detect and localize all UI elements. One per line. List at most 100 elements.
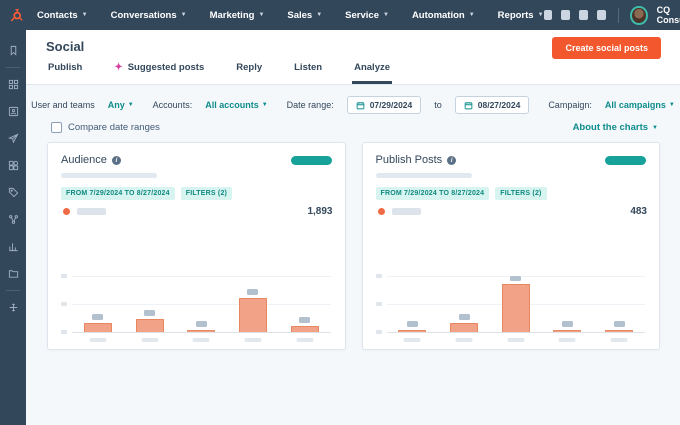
paper-plane-icon[interactable] — [0, 125, 26, 152]
data-label-placeholder — [614, 321, 625, 327]
data-label-placeholder — [510, 276, 521, 281]
bar-column — [438, 276, 490, 332]
tab-reply[interactable]: Reply — [234, 56, 264, 84]
accounts-label: Accounts: — [153, 100, 193, 110]
info-icon[interactable]: i — [112, 156, 121, 165]
avatar[interactable] — [630, 6, 647, 25]
bar-column — [387, 276, 439, 332]
data-label-placeholder — [562, 321, 573, 327]
bar-column — [72, 276, 124, 332]
compare-date-ranges-checkbox[interactable]: Compare date ranges — [51, 122, 160, 133]
campaign-dropdown[interactable]: All campaigns▼ — [605, 100, 675, 110]
tab-analyze[interactable]: Analyze — [352, 56, 392, 84]
chevron-down-icon: ▼ — [128, 102, 134, 108]
bar[interactable] — [239, 298, 267, 332]
bookmark-icon[interactable] — [0, 37, 26, 64]
user-teams-dropdown[interactable]: Any▼ — [108, 100, 134, 110]
nav-item-automation[interactable]: Automation▼ — [412, 10, 475, 21]
create-social-posts-button[interactable]: Create social posts — [552, 37, 661, 59]
chevron-down-icon: ▼ — [262, 102, 268, 108]
chevron-down-icon: ▼ — [82, 12, 88, 18]
bar[interactable] — [84, 323, 112, 332]
hubspot-logo-icon[interactable] — [9, 8, 23, 22]
nav-item-sales[interactable]: Sales▼ — [287, 10, 322, 21]
help-icon[interactable] — [561, 10, 570, 20]
bar[interactable] — [187, 330, 215, 332]
about-the-charts-link[interactable]: About the charts▼ — [573, 122, 658, 133]
date-end-input[interactable]: 08/27/2024 — [455, 96, 530, 114]
card-title: Publish Posts — [376, 154, 443, 166]
marketplace-icon[interactable] — [544, 10, 553, 20]
nav-item-marketing[interactable]: Marketing▼ — [210, 10, 265, 21]
subtitle-placeholder — [376, 173, 472, 178]
x-tick-placeholder — [193, 338, 210, 342]
x-tick-placeholder — [507, 338, 524, 342]
bars — [387, 276, 646, 332]
modules-icon[interactable] — [0, 152, 26, 179]
info-icon[interactable]: i — [447, 156, 456, 165]
tab-suggested-posts[interactable]: ✦Suggested posts — [112, 56, 206, 84]
tab-publish[interactable]: Publish — [46, 56, 84, 84]
divider — [6, 67, 20, 68]
bar-column — [490, 276, 542, 332]
y-tick-placeholder — [61, 302, 67, 306]
workflow-icon[interactable] — [0, 206, 26, 233]
notifications-icon[interactable] — [597, 10, 606, 20]
left-icon-rail — [0, 30, 26, 425]
filters-badge[interactable]: FILTERS (2) — [181, 187, 232, 200]
account-menu[interactable]: CQ Consulting▼ — [657, 5, 680, 25]
campaign-label: Campaign: — [548, 100, 592, 110]
bar[interactable] — [398, 330, 426, 332]
tab-listen[interactable]: Listen — [292, 56, 324, 84]
date-start-input[interactable]: 07/29/2024 — [347, 96, 422, 114]
card-title: Audience — [61, 154, 107, 166]
nav-item-contacts[interactable]: Contacts▼ — [37, 10, 88, 21]
bar[interactable] — [450, 323, 478, 332]
bar-column — [227, 276, 279, 332]
date-range-label: Date range: — [287, 100, 334, 110]
contacts-icon[interactable] — [0, 98, 26, 125]
tag-icon[interactable] — [0, 179, 26, 206]
audience-bar-chart — [72, 276, 331, 333]
card-action-pill[interactable] — [291, 156, 332, 165]
date-to-label: to — [434, 100, 442, 110]
x-tick-placeholder — [296, 338, 313, 342]
bar-chart-icon[interactable] — [0, 233, 26, 260]
calendar-icon — [464, 101, 473, 110]
bar[interactable] — [136, 319, 164, 332]
settings-icon[interactable] — [579, 10, 588, 20]
date-range-badge: FROM 7/29/2024 TO 8/27/2024 — [61, 187, 175, 200]
legend-label-placeholder — [77, 208, 106, 215]
bar[interactable] — [553, 330, 581, 332]
nav-item-conversations[interactable]: Conversations▼ — [111, 10, 187, 21]
data-label-placeholder — [299, 317, 310, 323]
nav-item-reports[interactable]: Reports▼ — [498, 10, 544, 21]
accounts-dropdown[interactable]: All accounts▼ — [205, 100, 267, 110]
y-tick-placeholder — [376, 330, 382, 334]
bar-column — [542, 276, 594, 332]
topnav-utilities: CQ Consulting▼ — [544, 5, 680, 25]
bar[interactable] — [502, 284, 530, 332]
total-value: 1,893 — [307, 206, 332, 217]
nav-item-service[interactable]: Service▼ — [345, 10, 389, 21]
tab-bar: Publish ✦Suggested posts Reply Listen An… — [46, 56, 392, 84]
folder-icon[interactable] — [0, 260, 26, 287]
y-tick-placeholder — [376, 274, 382, 278]
bar[interactable] — [291, 326, 319, 332]
grid-icon[interactable] — [0, 71, 26, 98]
x-tick-placeholder — [89, 338, 106, 342]
secondary-filter-row: Compare date ranges About the charts▼ — [26, 114, 680, 133]
sparkle-icon: ✦ — [114, 63, 122, 73]
filters-badge[interactable]: FILTERS (2) — [495, 187, 546, 200]
y-tick-placeholder — [61, 330, 67, 334]
x-tick-placeholder — [404, 338, 421, 342]
bar-column — [279, 276, 331, 332]
checkbox-icon[interactable] — [51, 122, 62, 133]
card-action-pill[interactable] — [605, 156, 646, 165]
data-label-placeholder — [407, 321, 418, 327]
expand-icon[interactable] — [0, 294, 26, 321]
bar[interactable] — [605, 330, 633, 332]
subtitle-placeholder — [61, 173, 157, 178]
divider — [6, 290, 20, 291]
chevron-down-icon: ▼ — [181, 12, 187, 18]
